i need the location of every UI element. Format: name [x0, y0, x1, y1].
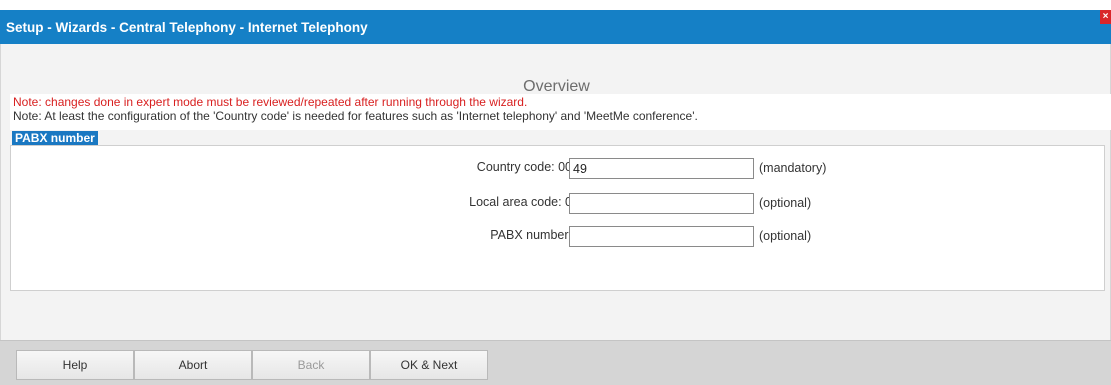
footer-toolbar: Help Abort Back OK & Next — [0, 340, 1111, 385]
country-code-input[interactable] — [569, 158, 754, 179]
abort-button[interactable]: Abort — [134, 350, 252, 380]
close-icon[interactable]: × — [1100, 10, 1111, 24]
pabx-number-hint: (optional) — [759, 229, 812, 243]
notes-panel: Note: changes done in expert mode must b… — [10, 94, 1111, 130]
help-button[interactable]: Help — [16, 350, 134, 380]
note-expert-mode: Note: changes done in expert mode must b… — [13, 95, 528, 109]
local-area-code-label: Local area code: 0 — [469, 195, 572, 209]
pabx-section: Country code: 00 (mandatory) Local area … — [10, 145, 1105, 291]
country-code-hint: (mandatory) — [759, 161, 827, 175]
back-button[interactable]: Back — [252, 350, 370, 380]
country-code-label: Country code: 00 — [476, 160, 572, 174]
ok-next-button[interactable]: OK & Next — [370, 350, 488, 380]
window-title: Setup - Wizards - Central Telephony - In… — [6, 19, 368, 35]
pabx-number-label: PABX number: — [490, 228, 572, 242]
pabx-number-row: PABX number: (optional) — [11, 226, 1106, 248]
note-country-code: Note: At least the configuration of the … — [13, 109, 698, 123]
local-area-code-hint: (optional) — [759, 196, 812, 210]
local-area-code-row: Local area code: 0 (optional) — [11, 193, 1106, 215]
window-titlebar: Setup - Wizards - Central Telephony - In… — [0, 10, 1111, 44]
local-area-code-input[interactable] — [569, 193, 754, 214]
pabx-number-input[interactable] — [569, 226, 754, 247]
country-code-row: Country code: 00 (mandatory) — [11, 158, 1106, 180]
section-title-pabx: PABX number — [12, 131, 98, 145]
